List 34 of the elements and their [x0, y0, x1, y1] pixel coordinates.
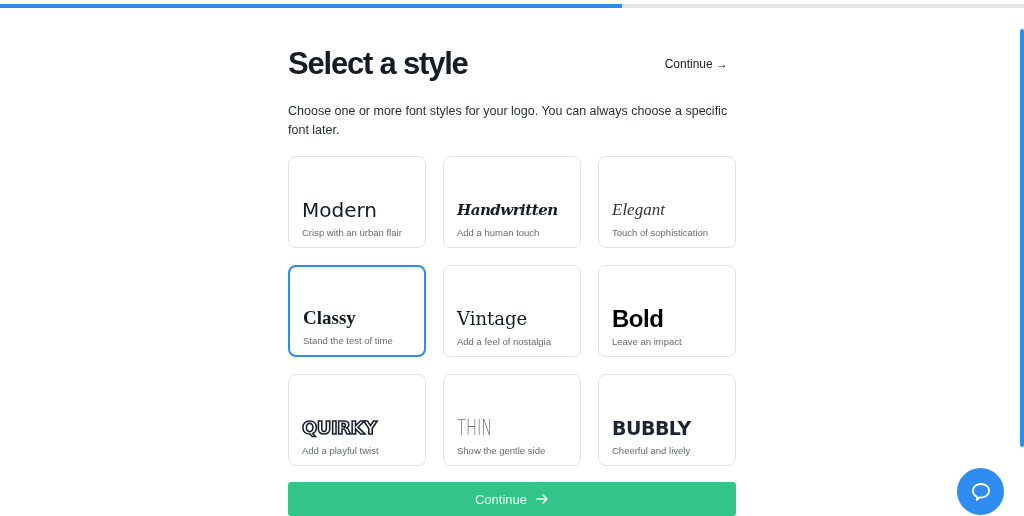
arrow-right-icon	[535, 492, 549, 506]
style-tagline: Show the gentle side	[457, 445, 547, 456]
style-name: THIN	[457, 415, 494, 442]
style-name: Vintage	[457, 307, 529, 331]
style-tagline: Add a human touch	[457, 227, 541, 238]
style-tagline: Crisp with an urban flair	[302, 227, 403, 238]
style-tagline: Leave an impact	[612, 336, 683, 347]
style-card[interactable]: Vintage Add a feel of nostalgia	[443, 265, 581, 357]
style-card[interactable]: Elegant Touch of sophistication	[598, 156, 736, 248]
style-tagline: Cheerful and lively	[612, 445, 692, 456]
scrollbar[interactable]	[1020, 29, 1024, 447]
style-tagline: Stand the test of time	[303, 335, 394, 346]
style-card[interactable]: Classy Stand the test of time	[288, 265, 426, 357]
style-name: BUBBLY	[612, 416, 692, 441]
style-tagline: Add a playful twist	[302, 445, 380, 456]
style-tagline: Touch of sophistication	[612, 227, 710, 238]
chat-button[interactable]	[957, 468, 1004, 515]
style-name: Classy	[303, 306, 357, 330]
page-title: Select a style	[288, 46, 468, 82]
style-card[interactable]: BUBBLY Cheerful and lively	[598, 374, 736, 466]
style-card[interactable]: Handwritten Add a human touch	[443, 156, 581, 248]
style-name: QUIRKY	[302, 416, 379, 440]
chat-bubble-icon	[969, 480, 992, 503]
style-card[interactable]: QUIRKY Add a playful twist	[288, 374, 426, 466]
style-name: Bold	[612, 305, 665, 333]
style-name: Modern	[302, 197, 379, 224]
description: Choose one or more font styles for your logo. You can always choose a specific font later.	[288, 103, 729, 139]
style-card[interactable]: THIN Show the gentle side	[443, 374, 581, 466]
style-card[interactable]: Bold Leave an impact	[598, 265, 736, 357]
style-name: Elegant	[612, 199, 667, 221]
style-name: Handwritten	[457, 200, 559, 221]
style-tagline: Add a feel of nostalgia	[457, 336, 552, 347]
continue-link[interactable]: Continue →	[664, 57, 728, 71]
style-card[interactable]: Modern Crisp with an urban flair	[288, 156, 426, 248]
